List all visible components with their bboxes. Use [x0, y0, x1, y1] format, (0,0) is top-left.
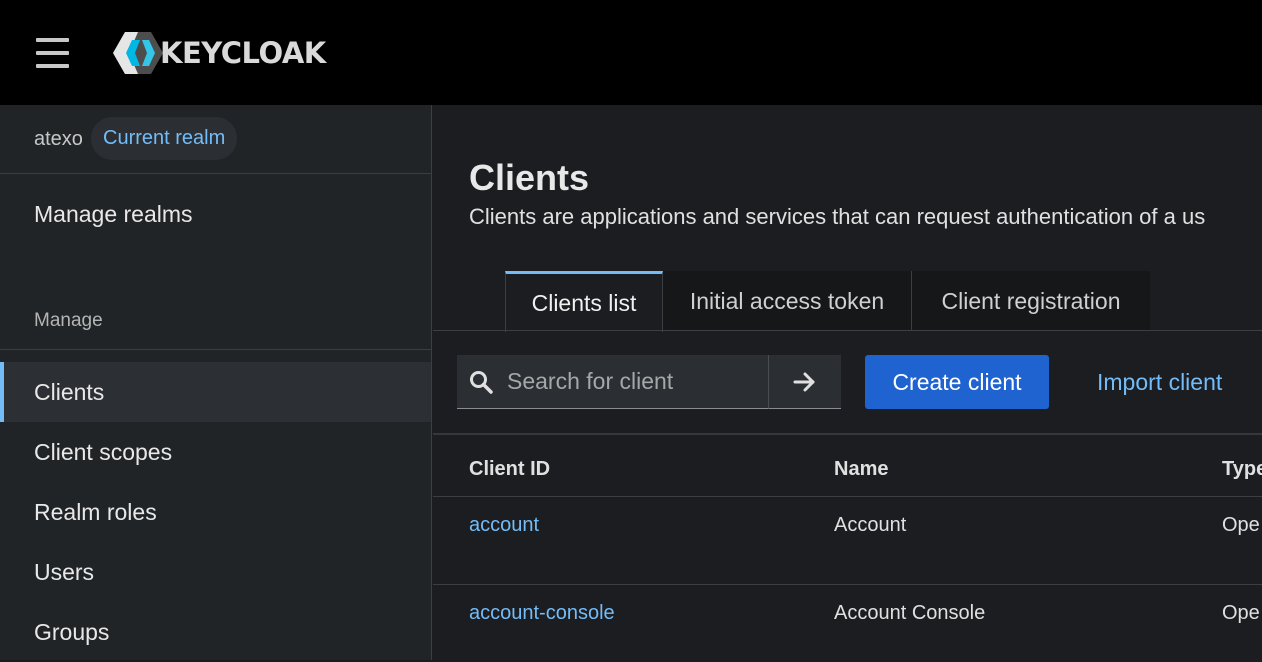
search-icon [470, 371, 493, 394]
sidebar: atexo Current realm Manage realms Manage… [0, 105, 432, 660]
sidebar-divider [0, 349, 432, 350]
brand-name: KEYCLOAK [160, 36, 326, 70]
current-realm-badge: Current realm [91, 117, 238, 160]
keycloak-logo[interactable]: KEYCLOAK [112, 30, 326, 76]
sidebar-item-label: Client scopes [34, 438, 173, 465]
search-input[interactable] [505, 355, 767, 407]
arrow-right-icon [793, 372, 815, 391]
page-description: Clients are applications and services th… [469, 204, 1206, 229]
sidebar-item-label: Users [34, 558, 95, 585]
search-box[interactable] [457, 355, 769, 409]
client-type: Ope [1222, 602, 1260, 624]
client-name: Account Console [834, 602, 986, 624]
sidebar-item-users[interactable]: Users [0, 542, 431, 602]
create-client-button[interactable]: Create client [865, 355, 1049, 409]
client-id-link[interactable]: account-console [469, 602, 615, 625]
sidebar-item-label: Realm roles [34, 498, 157, 525]
column-header-client-id[interactable]: Client ID [469, 458, 550, 481]
client-type: Ope [1222, 514, 1260, 536]
masthead: KEYCLOAK [0, 0, 1262, 105]
keycloak-logo-icon [113, 32, 163, 74]
sidebar-item-client-scopes[interactable]: Client scopes [0, 422, 431, 482]
search-submit-button[interactable] [768, 355, 841, 409]
sidebar-item-label: Groups [34, 618, 110, 645]
manage-realms-link[interactable]: Manage realms [34, 201, 193, 228]
column-header-type[interactable]: Type [1222, 458, 1262, 481]
toolbar-divider [433, 433, 1262, 435]
tabs-divider [433, 330, 1262, 331]
table-header-divider [433, 496, 1262, 497]
tab-label: Initial access token [689, 287, 885, 314]
tab-label: Clients list [531, 289, 637, 316]
table-row-divider [433, 584, 1262, 585]
sidebar-item-clients[interactable]: Clients [0, 362, 431, 422]
import-client-button[interactable]: Import client [1097, 369, 1222, 396]
hamburger-menu-icon[interactable] [36, 38, 69, 68]
realm-selector[interactable]: atexo Current realm [0, 105, 432, 174]
manage-section-heading: Manage [34, 310, 103, 331]
tab-initial-access-token[interactable]: Initial access token [663, 271, 911, 331]
column-header-name[interactable]: Name [834, 458, 888, 481]
page-title: Clients [469, 157, 590, 198]
tab-clients-list[interactable]: Clients list [505, 271, 663, 332]
tab-client-registration[interactable]: Client registration [911, 271, 1150, 331]
sidebar-item-label: Clients [34, 378, 105, 405]
main-content: Clients Clients are applications and ser… [433, 105, 1262, 660]
client-id-link[interactable]: account [469, 514, 539, 537]
sidebar-item-groups[interactable]: Groups [0, 602, 431, 662]
tab-label: Client registration [941, 287, 1121, 314]
client-name: Account [834, 514, 907, 536]
realm-name: atexo [34, 128, 83, 150]
sidebar-item-realm-roles[interactable]: Realm roles [0, 482, 431, 542]
